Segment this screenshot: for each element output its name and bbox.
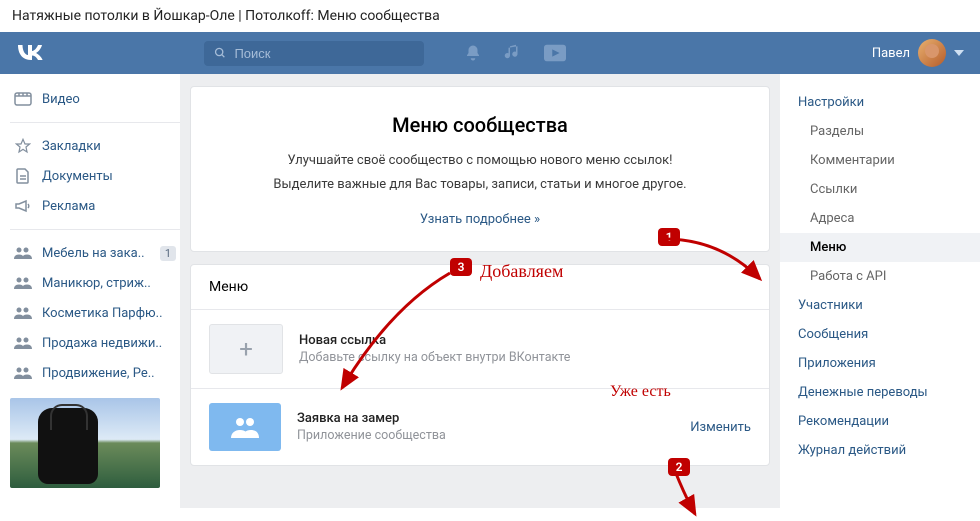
nav-docs[interactable]: Документы xyxy=(10,161,180,191)
intro-line2: Выделите важные для Вас товары, записи, … xyxy=(221,175,739,195)
group-icon xyxy=(14,334,32,352)
count-badge: 1 xyxy=(160,246,176,261)
intro-line1: Улучшайте своё сообщество с помощью ново… xyxy=(221,151,739,171)
rnav-messages[interactable]: Сообщения xyxy=(780,320,980,349)
vk-logo[interactable] xyxy=(16,41,44,65)
row-sub: Добавьте ссылку на объект внутри ВКонтак… xyxy=(299,350,751,365)
play-icon[interactable] xyxy=(544,44,566,62)
star-icon xyxy=(14,137,32,155)
avatar xyxy=(918,39,946,67)
user-name: Павел xyxy=(872,46,910,61)
nav-group[interactable]: Косметика Парфю.. xyxy=(10,298,180,328)
menu-panel-header: Меню xyxy=(191,265,769,310)
nav-group[interactable]: Маникюр, стриж.. xyxy=(10,268,180,298)
nav-group[interactable]: Мебель на зака.. 1 xyxy=(10,238,180,268)
rnav-menu[interactable]: Меню xyxy=(780,233,980,262)
header-user[interactable]: Павел xyxy=(872,39,964,67)
nav-label: Маникюр, стриж.. xyxy=(42,276,151,291)
edit-link[interactable]: Изменить xyxy=(690,420,751,435)
right-nav: Настройки Разделы Комментарии Ссылки Адр… xyxy=(780,74,980,508)
nav-label: Реклама xyxy=(42,199,95,214)
plus-icon: + xyxy=(209,324,283,374)
video-icon xyxy=(14,90,32,108)
learn-more-link[interactable]: Узнать подробнее » xyxy=(420,212,540,227)
search-input-wrap[interactable] xyxy=(204,41,424,66)
rnav-api[interactable]: Работа с API xyxy=(780,262,980,291)
nav-ads[interactable]: Реклама xyxy=(10,191,180,221)
row-title: Новая ссылка xyxy=(299,333,751,348)
rnav-members[interactable]: Участники xyxy=(780,291,980,320)
search-input[interactable] xyxy=(232,45,414,62)
group-icon xyxy=(14,304,32,322)
bell-icon[interactable] xyxy=(464,44,482,62)
nav-label: Продажа недвижи.. xyxy=(42,336,162,351)
left-nav: Видео Закладки Документы Реклама Мебель … xyxy=(0,74,180,508)
group-icon xyxy=(14,244,32,262)
rnav-apps[interactable]: Приложения xyxy=(780,349,980,378)
add-link-row[interactable]: + Новая ссылка Добавьте ссылку на объект… xyxy=(191,310,769,389)
nav-group[interactable]: Продажа недвижи.. xyxy=(10,328,180,358)
side-promo-image[interactable] xyxy=(10,398,160,488)
existing-link-row: Заявка на замер Приложение сообщества Из… xyxy=(191,389,769,465)
music-icon[interactable] xyxy=(504,44,522,62)
megaphone-icon xyxy=(14,197,32,215)
rnav-sections[interactable]: Разделы xyxy=(780,117,980,146)
rnav-comments[interactable]: Комментарии xyxy=(780,146,980,175)
app-thumb-icon xyxy=(209,403,281,451)
group-icon xyxy=(14,364,32,382)
row-sub: Приложение сообщества xyxy=(297,428,680,443)
nav-label: Продвижение, Ре.. xyxy=(42,366,155,381)
rnav-log[interactable]: Журнал действий xyxy=(780,436,980,465)
nav-label: Документы xyxy=(42,169,113,184)
intro-panel: Меню сообщества Улучшайте своё сообществ… xyxy=(190,86,770,252)
nav-label: Косметика Парфю.. xyxy=(42,306,163,321)
rnav-recs[interactable]: Рекомендации xyxy=(780,407,980,436)
search-icon xyxy=(214,46,226,60)
menu-panel: Меню + Новая ссылка Добавьте ссылку на о… xyxy=(190,264,770,466)
nav-group[interactable]: Продвижение, Ре.. xyxy=(10,358,180,388)
row-title: Заявка на замер xyxy=(297,411,680,426)
nav-bookmarks[interactable]: Закладки xyxy=(10,131,180,161)
rnav-payments[interactable]: Денежные переводы xyxy=(780,378,980,407)
rnav-addresses[interactable]: Адреса xyxy=(780,204,980,233)
chevron-down-icon xyxy=(954,50,964,56)
nav-video[interactable]: Видео xyxy=(10,84,180,114)
rnav-links[interactable]: Ссылки xyxy=(780,175,980,204)
browser-tab-title: Натяжные потолки в Йошкар-Оле | Потолкоf… xyxy=(0,0,980,32)
nav-label: Мебель на зака.. xyxy=(42,246,145,261)
doc-icon xyxy=(14,167,32,185)
nav-label: Видео xyxy=(42,92,80,107)
group-icon xyxy=(14,274,32,292)
vk-logo-icon xyxy=(16,44,44,60)
rnav-settings[interactable]: Настройки xyxy=(780,88,980,117)
vk-header: Павел xyxy=(0,32,980,74)
page-title: Меню сообщества xyxy=(221,113,739,137)
nav-label: Закладки xyxy=(42,139,101,154)
